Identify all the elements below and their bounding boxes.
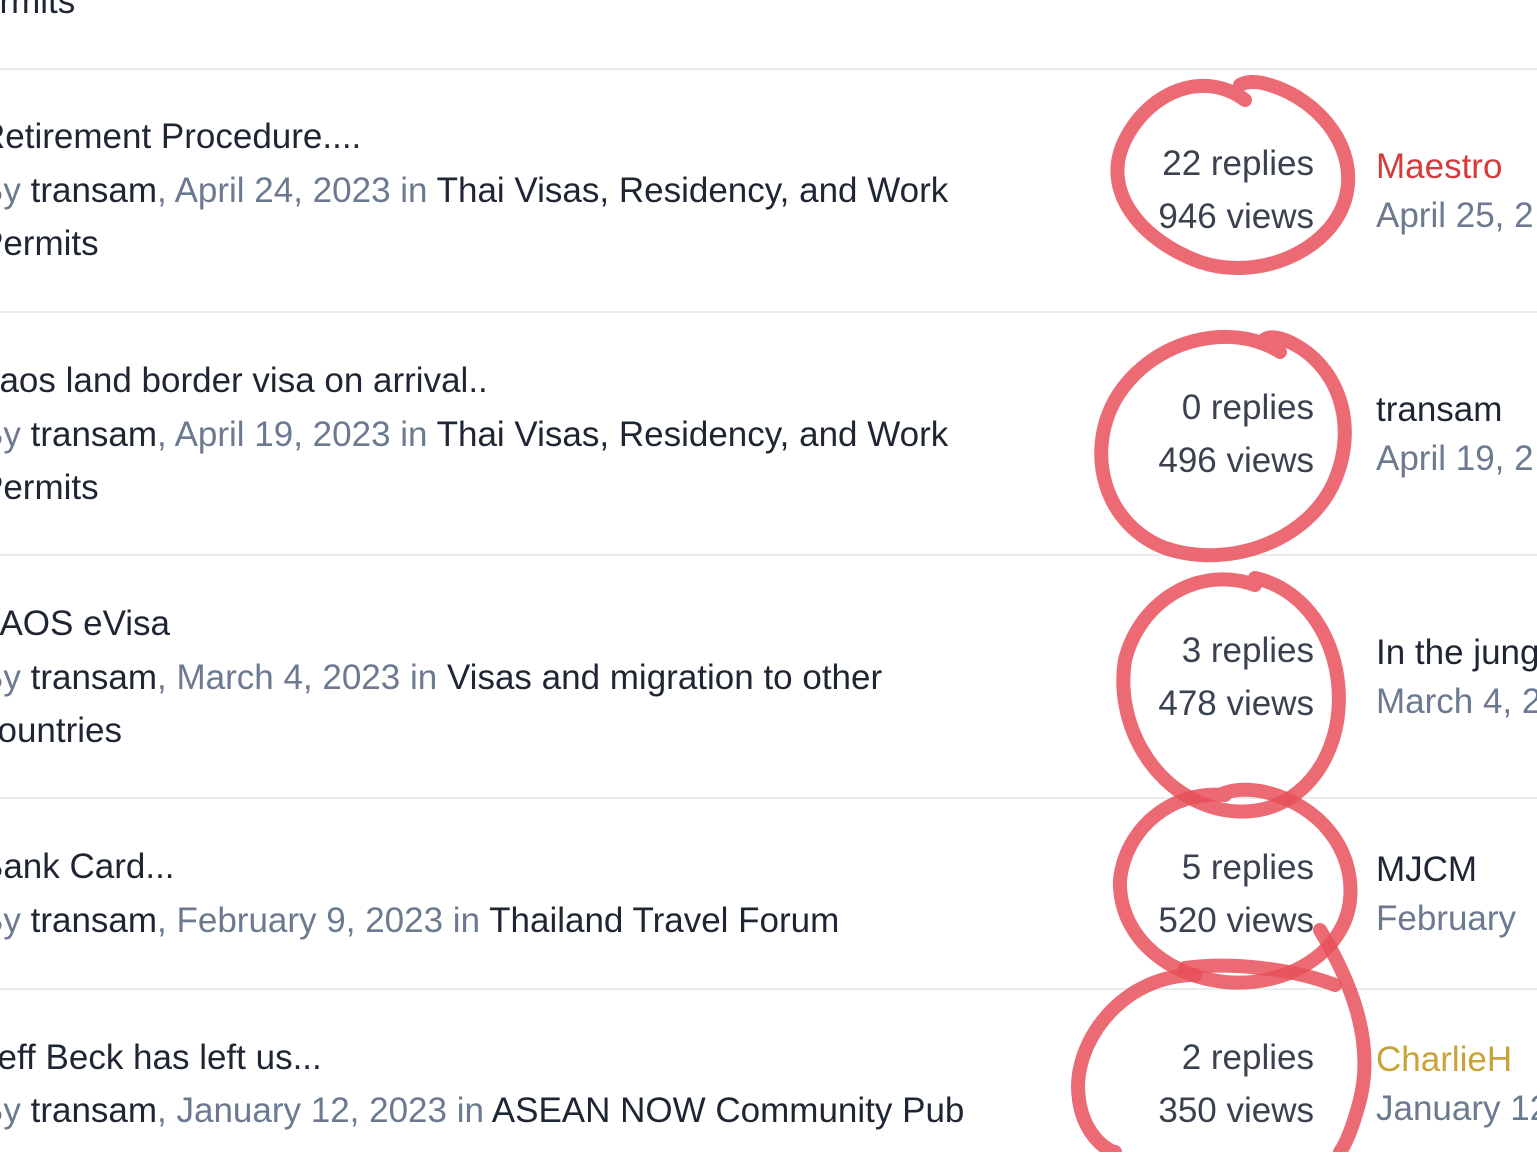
last-post-date: April 19, 2 bbox=[1376, 439, 1534, 478]
last-post: Maestro April 25, 2 bbox=[1376, 142, 1534, 240]
forum-link[interactable]: ASEAN NOW Community Pub bbox=[492, 1091, 965, 1130]
topic-meta: By transam, March 4, 2023 in Visas and m… bbox=[0, 651, 1000, 757]
row-divider bbox=[0, 68, 1537, 70]
post-date: February 9, 2023 bbox=[176, 901, 444, 940]
author-link[interactable]: transam bbox=[31, 901, 157, 940]
last-post: In the jung March 4, 2 bbox=[1376, 628, 1537, 726]
separator: , bbox=[157, 415, 167, 454]
topic-title[interactable]: Laos land border visa on arrival.. bbox=[0, 361, 488, 401]
topic-meta: By transam, April 24, 2023 in Thai Visas… bbox=[0, 164, 1000, 270]
annotation-circle bbox=[1178, 958, 1342, 992]
replies-count: 22 replies bbox=[1162, 144, 1314, 183]
author-link[interactable]: transam bbox=[31, 1091, 157, 1130]
last-post-date: April 25, 2 bbox=[1376, 196, 1534, 235]
views-count: 350 views bbox=[1158, 1091, 1314, 1130]
separator: , bbox=[157, 171, 167, 210]
separator: , bbox=[157, 901, 167, 940]
by-label: By bbox=[0, 1091, 21, 1130]
last-post: MJCM February bbox=[1376, 845, 1516, 943]
topic-meta: By transam, April 19, 2023 in Thai Visas… bbox=[0, 408, 1000, 514]
row-divider bbox=[0, 554, 1537, 556]
in-label: in bbox=[409, 658, 438, 697]
topic-meta: By transam, January 12, 2023 in ASEAN NO… bbox=[0, 1084, 1000, 1137]
topic-stats: 3 replies 478 views bbox=[1158, 624, 1314, 730]
last-post-date: February bbox=[1376, 899, 1517, 938]
topic-stats: 5 replies 520 views bbox=[1158, 841, 1314, 947]
topic-stats: 22 replies 946 views bbox=[1158, 137, 1314, 243]
last-post-date: March 4, 2 bbox=[1376, 682, 1537, 721]
last-poster-link[interactable]: Maestro bbox=[1376, 142, 1534, 191]
topic-title[interactable]: Jeff Beck has left us... bbox=[0, 1038, 322, 1078]
post-date: January 12, 2023 bbox=[176, 1091, 447, 1130]
row-divider bbox=[0, 311, 1537, 313]
author-link[interactable]: transam bbox=[31, 171, 157, 210]
replies-count: 0 replies bbox=[1181, 388, 1314, 427]
views-count: 496 views bbox=[1158, 441, 1314, 480]
views-count: 946 views bbox=[1158, 197, 1314, 236]
by-label: By bbox=[0, 415, 21, 454]
author-link[interactable]: transam bbox=[31, 415, 157, 454]
annotation-circle bbox=[1313, 923, 1372, 1152]
topic-meta: By transam, February 9, 2023 in Thailand… bbox=[0, 894, 1000, 947]
last-post: CharlieH January 12 bbox=[1376, 1035, 1537, 1133]
post-date: April 24, 2023 bbox=[174, 171, 391, 210]
replies-count: 2 replies bbox=[1181, 1038, 1314, 1077]
in-label: in bbox=[456, 1091, 484, 1130]
topic-stats: 2 replies 350 views bbox=[1158, 1031, 1314, 1137]
forum-link[interactable]: Thailand Travel Forum bbox=[489, 901, 839, 940]
row-divider bbox=[0, 797, 1537, 799]
in-label: in bbox=[400, 171, 428, 210]
topic-title[interactable]: Bank Card... bbox=[0, 847, 175, 887]
last-poster-link[interactable]: MJCM bbox=[1376, 845, 1516, 894]
post-date: April 19, 2023 bbox=[174, 415, 391, 454]
by-label: By bbox=[0, 901, 21, 940]
in-label: in bbox=[400, 415, 428, 454]
views-count: 520 views bbox=[1158, 901, 1314, 940]
topic-title[interactable]: Retirement Procedure.... bbox=[0, 117, 361, 157]
last-poster-link[interactable]: In the jung bbox=[1376, 628, 1537, 677]
last-post-date: January 12 bbox=[1376, 1089, 1537, 1128]
by-label: By bbox=[0, 658, 21, 697]
replies-count: 5 replies bbox=[1181, 848, 1314, 887]
row-divider bbox=[0, 988, 1537, 990]
separator: , bbox=[157, 1091, 167, 1130]
previous-topic-forum-fragment[interactable]: ermits bbox=[0, 0, 1000, 28]
last-post: transam April 19, 2 bbox=[1376, 385, 1534, 483]
in-label: in bbox=[452, 901, 481, 940]
topic-stats: 0 replies 496 views bbox=[1158, 381, 1314, 487]
last-poster-link[interactable]: CharlieH bbox=[1376, 1035, 1537, 1084]
by-label: By bbox=[0, 171, 21, 210]
separator: , bbox=[157, 658, 167, 697]
post-date: March 4, 2023 bbox=[176, 658, 401, 697]
author-link[interactable]: transam bbox=[31, 658, 157, 697]
replies-count: 3 replies bbox=[1181, 631, 1314, 670]
last-poster-link[interactable]: transam bbox=[1376, 385, 1534, 434]
topic-title[interactable]: LAOS eVisa bbox=[0, 604, 170, 644]
views-count: 478 views bbox=[1158, 684, 1314, 723]
